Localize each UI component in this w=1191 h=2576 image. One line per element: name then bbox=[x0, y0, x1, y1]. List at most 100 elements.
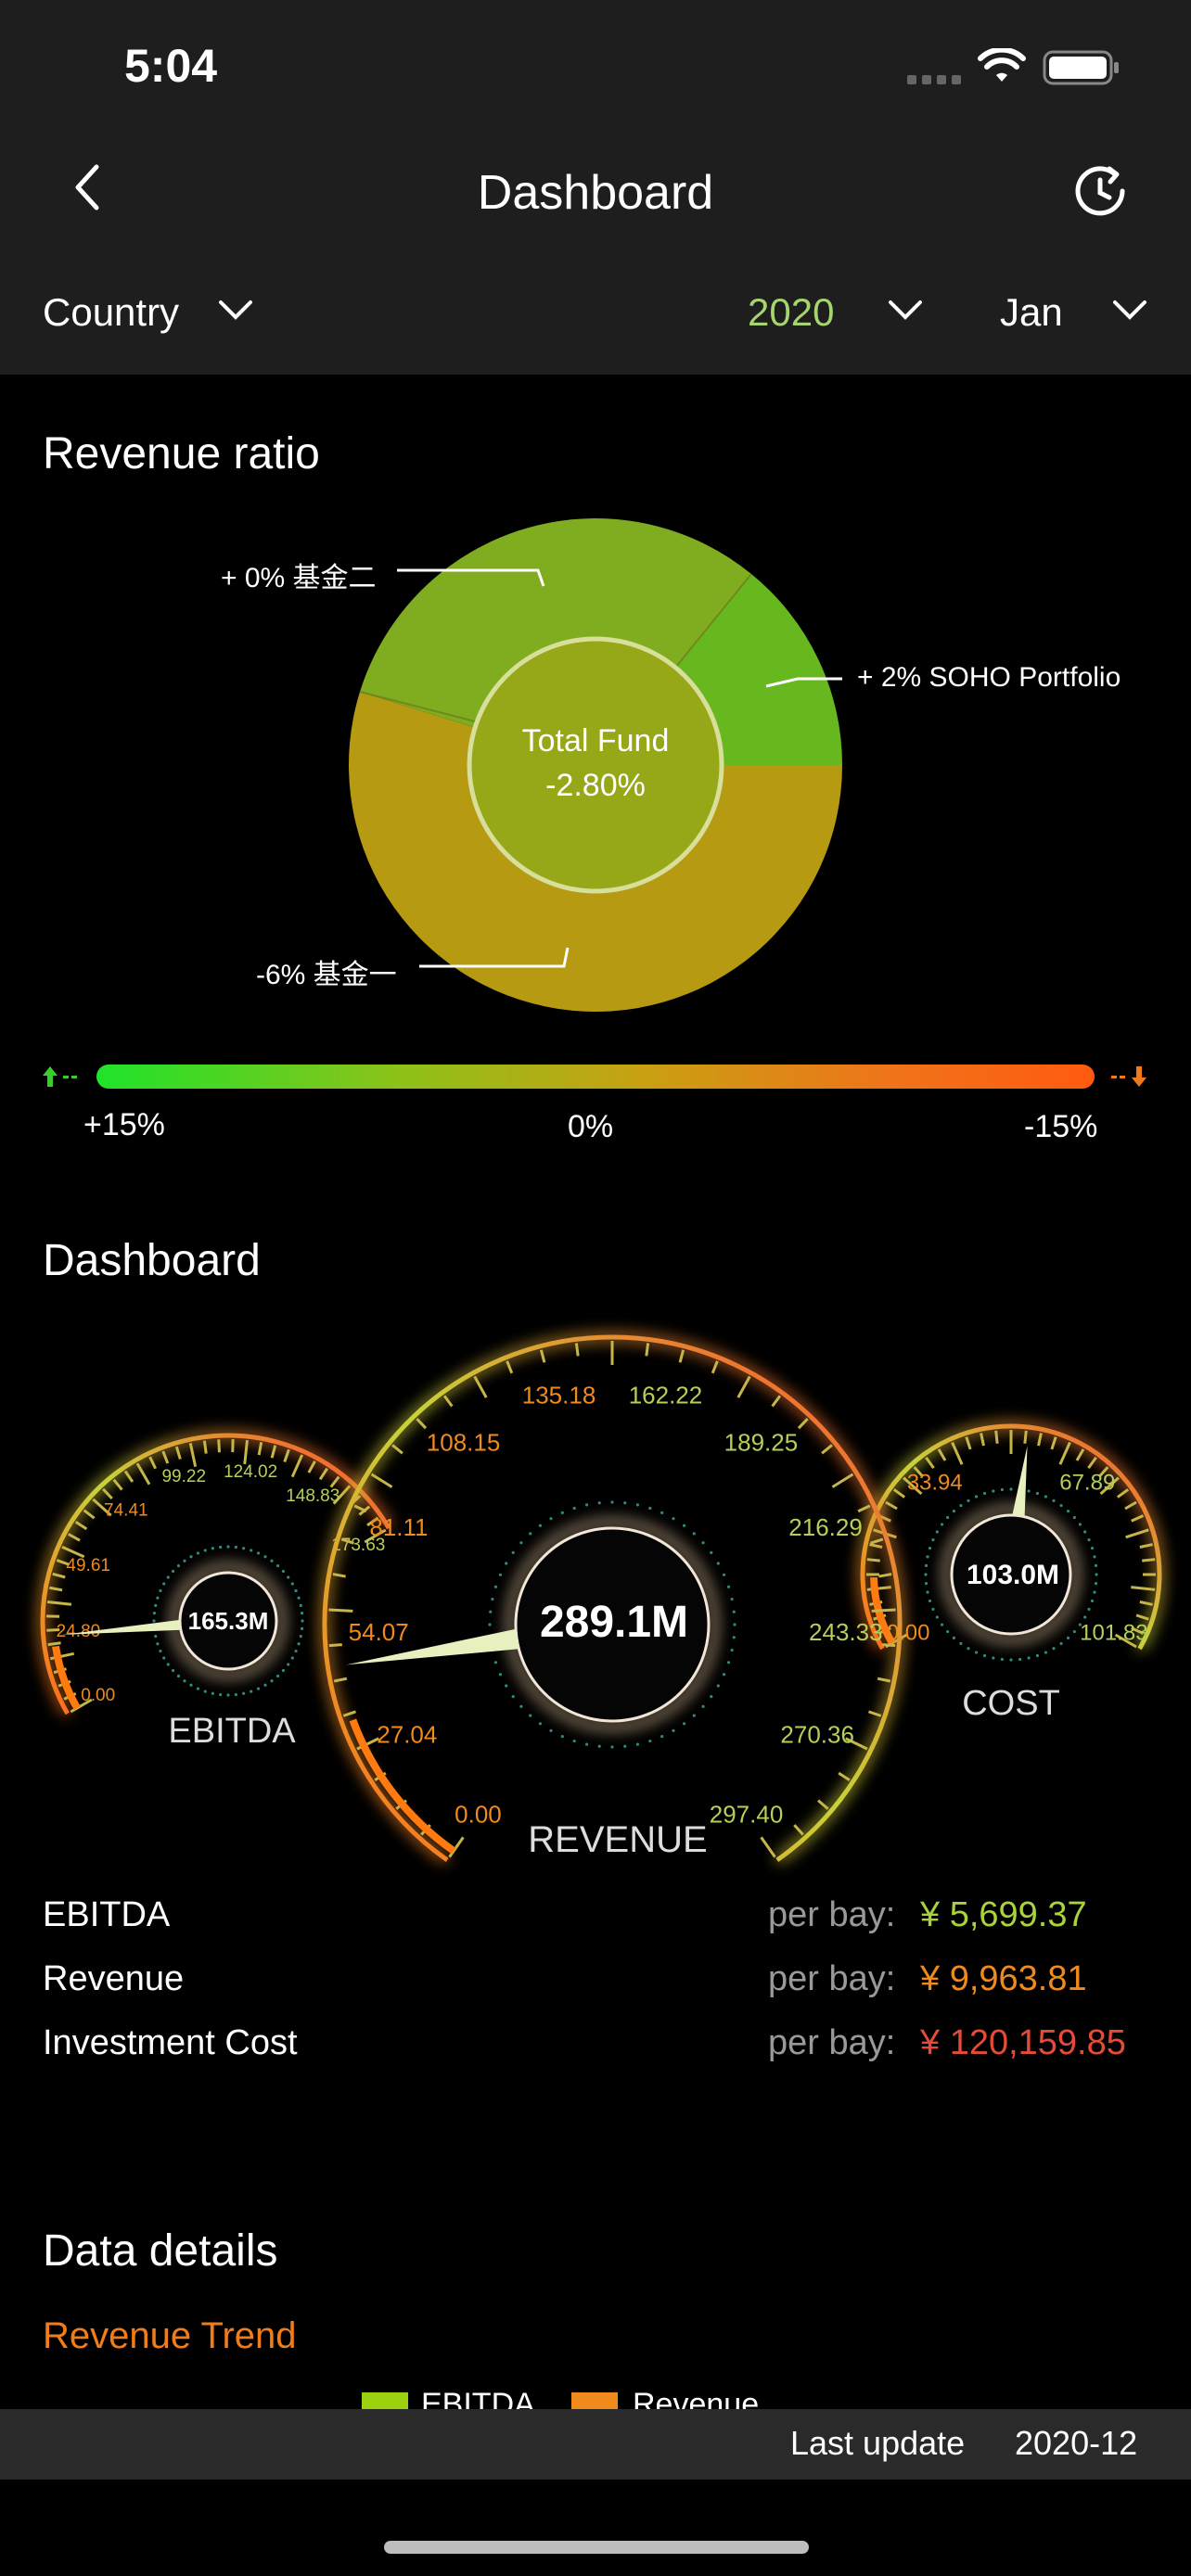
cost-gauge-tick bbox=[1023, 1430, 1028, 1444]
revenue-inner-dot bbox=[722, 1573, 726, 1576]
ebitda-inner-dot bbox=[196, 1687, 200, 1690]
month-filter[interactable]: Jan bbox=[1000, 290, 1063, 335]
ebitda-inner-dot bbox=[171, 1569, 175, 1574]
ebitda-gauge-tick bbox=[112, 1478, 123, 1491]
ebitda-gauge-tick bbox=[318, 1467, 329, 1481]
revenue-gauge-tick bbox=[870, 1537, 884, 1545]
cost-gauge-tick bbox=[1139, 1543, 1153, 1549]
ebitda-inner-dot bbox=[275, 1674, 280, 1678]
ebitda-inner-dot bbox=[242, 1547, 246, 1550]
revenue-inner-dot bbox=[701, 1704, 705, 1708]
revenue-inner-dot bbox=[726, 1585, 731, 1588]
revenue-inner-dot bbox=[493, 1661, 498, 1664]
row-name: Investment Cost bbox=[43, 2023, 298, 2062]
ebitda-inner-dot bbox=[166, 1575, 170, 1579]
ebitda-tick-label: 148.83 bbox=[286, 1486, 339, 1506]
slice-label: + 0% 基金二 bbox=[221, 563, 377, 593]
cost-inner-dot bbox=[924, 1582, 928, 1586]
cost-inner-dot bbox=[935, 1615, 939, 1619]
revenue-gauge-tick bbox=[882, 1643, 896, 1648]
ebitda-gauge-tick bbox=[329, 1475, 340, 1488]
ebitda-inner-dot bbox=[234, 1545, 237, 1549]
revenue-gauge-tick bbox=[473, 1375, 488, 1398]
revenue-gauge-value: 289.1M bbox=[539, 1598, 689, 1647]
ebitda-gauge-tick bbox=[101, 1487, 113, 1500]
cost-inner-dot bbox=[928, 1546, 932, 1550]
cost-inner-dot bbox=[1000, 1487, 1004, 1492]
ebitda-gauge-tick bbox=[74, 1520, 88, 1531]
ebitda-inner-dot bbox=[234, 1692, 237, 1697]
revenue-inner-dot bbox=[560, 1511, 564, 1515]
ebitda-inner-dot bbox=[275, 1563, 280, 1568]
ebitda-inner-dot bbox=[219, 1692, 223, 1697]
ebitda-gauge-label: EBITDA bbox=[168, 1712, 296, 1751]
cost-tick-label: 67.89 bbox=[1059, 1470, 1115, 1495]
row-prefix: per bay: bbox=[768, 1895, 896, 1934]
cost-gauge-tick bbox=[892, 1488, 906, 1498]
cost-needle bbox=[1012, 1446, 1028, 1517]
row-prefix: per bay: bbox=[768, 2023, 896, 2062]
scale-right: -15% bbox=[1024, 1109, 1098, 1144]
ebitda-inner-dot bbox=[152, 1619, 156, 1623]
last-update-label: Last update bbox=[790, 2424, 966, 2462]
signal-icon bbox=[907, 72, 965, 84]
chevron-down-icon[interactable] bbox=[1111, 297, 1148, 323]
cost-inner-dot bbox=[1078, 1623, 1082, 1626]
revenue-inner-dot bbox=[648, 1506, 652, 1511]
revenue-inner-dot bbox=[648, 1739, 652, 1743]
revenue-inner-dot bbox=[519, 1704, 523, 1708]
cost-inner-dot bbox=[992, 1489, 995, 1493]
revenue-inner-dot bbox=[722, 1673, 726, 1677]
revenue-inner-dot bbox=[498, 1673, 503, 1677]
ebitda-tick-label: 99.22 bbox=[161, 1467, 206, 1486]
revenue-tick-label: 54.07 bbox=[349, 1618, 409, 1646]
chevron-down-icon[interactable] bbox=[217, 297, 254, 323]
ebitda-inner-dot bbox=[203, 1549, 207, 1552]
cost-inner-dot bbox=[924, 1573, 928, 1576]
ebitda-tick-label: 0.00 bbox=[81, 1686, 115, 1705]
ebitda-inner-dot bbox=[300, 1612, 304, 1615]
country-filter[interactable]: Country bbox=[43, 290, 179, 335]
cost-inner-dot bbox=[1072, 1629, 1076, 1634]
revenue-gauge-tick bbox=[771, 1395, 782, 1408]
cost-inner-dot bbox=[952, 1636, 956, 1639]
revenue-gauge-tick bbox=[328, 1608, 353, 1613]
cost-gauge-tick bbox=[1131, 1514, 1145, 1523]
scale-left: +15% bbox=[83, 1107, 165, 1142]
ebitda-gauge-tick bbox=[135, 1462, 151, 1486]
ebitda-tick-label: 49.61 bbox=[66, 1556, 110, 1575]
revenue-gauge-tick bbox=[821, 1444, 833, 1455]
revenue-inner-dot bbox=[493, 1585, 498, 1588]
ebitda-inner-dot bbox=[183, 1679, 186, 1683]
cost-gauge-tick bbox=[1124, 1500, 1137, 1511]
cost-inner-dot bbox=[1087, 1537, 1091, 1542]
revenue-inner-dot bbox=[660, 1511, 664, 1515]
history-button[interactable] bbox=[1067, 158, 1133, 224]
ebitda-inner-dot bbox=[219, 1545, 223, 1549]
ebitda-inner-dot bbox=[297, 1596, 301, 1600]
history-icon bbox=[1075, 166, 1125, 216]
revenue-gauge-tick bbox=[857, 1504, 871, 1513]
last-update-value: 2020-12 bbox=[1015, 2424, 1138, 2462]
year-filter[interactable]: 2020 bbox=[748, 290, 834, 335]
revenue-inner-dot bbox=[538, 1722, 543, 1726]
home-indicator[interactable] bbox=[384, 2541, 809, 2554]
revenue-inner-dot bbox=[682, 1722, 686, 1726]
ebitda-gauge-tick bbox=[257, 1442, 263, 1456]
revenue-inner-dot bbox=[584, 1503, 589, 1507]
revenue-trend-subtitle[interactable]: Revenue Trend bbox=[43, 2315, 297, 2357]
ebitda-inner-dot bbox=[297, 1642, 301, 1646]
cost-inner-dot bbox=[1059, 1503, 1063, 1508]
chevron-down-icon[interactable] bbox=[887, 297, 924, 323]
revenue-inner-dot bbox=[572, 1506, 576, 1511]
ebitda-gauge-tick bbox=[217, 1439, 221, 1453]
cost-gauge-tick bbox=[1125, 1528, 1149, 1539]
row-amount: ¥ 5,699.37 bbox=[920, 1895, 1087, 1934]
ebitda-inner-dot bbox=[171, 1668, 175, 1673]
cost-gauge-tick bbox=[980, 1433, 985, 1447]
ebitda-inner-dot bbox=[250, 1549, 253, 1552]
battery-icon bbox=[1043, 50, 1121, 85]
cost-gauge-tick bbox=[1050, 1436, 1057, 1450]
ebitda-inner-dot bbox=[294, 1588, 298, 1593]
revenue-tick-label: 135.18 bbox=[522, 1382, 596, 1409]
